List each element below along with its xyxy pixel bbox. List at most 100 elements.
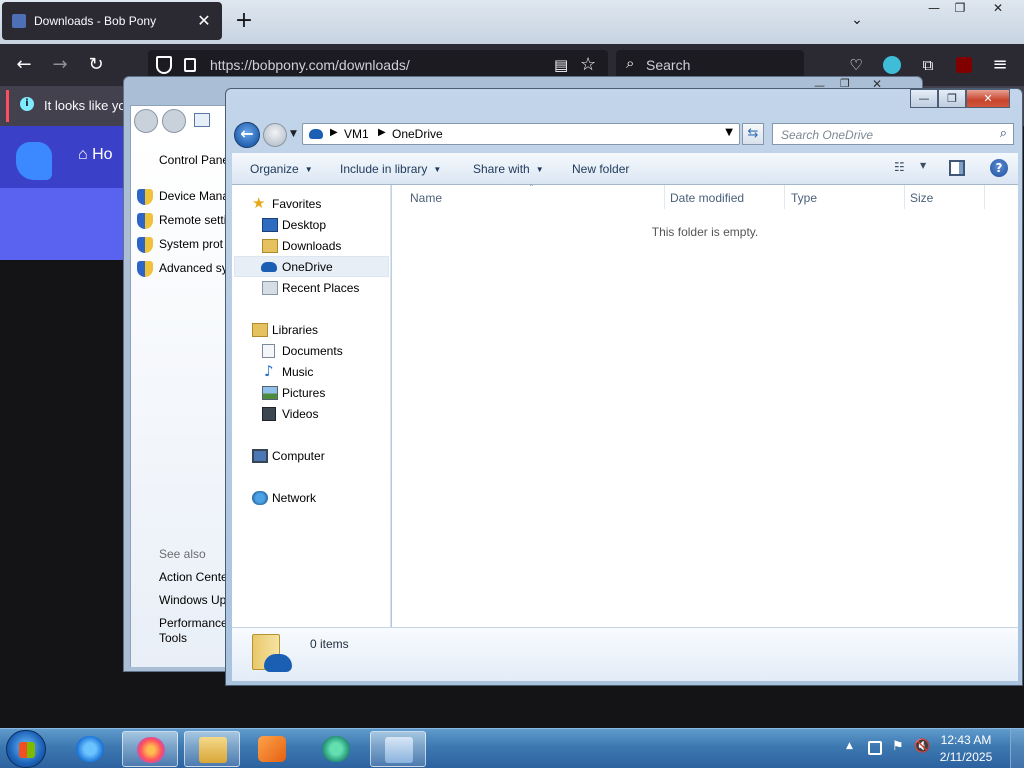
hamburger-menu-icon[interactable]: ≡ <box>988 53 1012 77</box>
recent-pages-chevron-icon[interactable]: ▼ <box>290 129 297 139</box>
taskbar-windows-explorer[interactable] <box>184 731 240 767</box>
bookmark-star-icon[interactable]: ☆ <box>580 54 596 75</box>
firefox-account-icon[interactable] <box>880 53 904 77</box>
column-header-name[interactable]: Name <box>410 191 442 209</box>
column-divider[interactable] <box>984 185 985 209</box>
breadcrumb-onedrive[interactable]: OneDrive <box>392 127 443 141</box>
taskbar-media-player[interactable] <box>244 731 300 767</box>
bob-pony-logo[interactable] <box>16 142 52 180</box>
reload-icon[interactable]: ↻ <box>84 53 108 77</box>
taskbar-app-green[interactable] <box>308 731 364 767</box>
nav-pictures[interactable]: Pictures <box>234 382 389 403</box>
preview-pane-icon[interactable] <box>949 160 965 176</box>
view-options-chevron-icon[interactable]: ▼ <box>920 161 926 170</box>
nav-desktop[interactable]: Desktop <box>234 214 389 235</box>
tracking-protection-shield-icon[interactable] <box>156 56 172 74</box>
taskbar-internet-explorer[interactable] <box>62 731 118 767</box>
device-manager-link[interactable]: Device Mana <box>159 189 229 203</box>
nav-recent-places-label: Recent Places <box>282 281 360 295</box>
explorer-maximize-button[interactable]: ❐ <box>938 89 966 108</box>
column-header-size[interactable]: Size <box>910 191 933 209</box>
column-header-type[interactable]: Type <box>791 191 817 209</box>
windows-update-link[interactable]: Windows Up <box>159 593 226 607</box>
nav-recent-places[interactable]: Recent Places <box>234 277 389 298</box>
extensions-puzzle-icon[interactable]: ⧉ <box>916 53 940 77</box>
nav-documents[interactable]: Documents <box>234 340 389 361</box>
list-all-tabs-button[interactable]: ⌄ <box>846 12 868 32</box>
clock-date[interactable]: 2/11/2025 <box>936 750 996 764</box>
clock-time[interactable]: 12:43 AM <box>936 733 996 747</box>
taskbar-control-panel[interactable] <box>370 731 426 767</box>
back-arrow-icon[interactable]: ← <box>12 53 36 77</box>
help-icon[interactable]: ? <box>990 159 1008 177</box>
forward-arrow-icon[interactable]: → <box>48 53 72 77</box>
browser-close-button[interactable]: ✕ <box>982 0 1014 18</box>
home-link[interactable]: ⌂ Ho <box>78 146 113 164</box>
share-with-button[interactable]: Share with ▼ <box>473 162 544 176</box>
column-header-date-modified[interactable]: Date modified <box>670 191 744 209</box>
nav-videos[interactable]: Videos <box>234 403 389 424</box>
explorer-close-button[interactable]: ✕ <box>966 89 1010 108</box>
action-center-tray-icon[interactable] <box>868 741 882 755</box>
cp-forward-icon[interactable] <box>162 109 186 133</box>
breadcrumb-vm1[interactable]: VM1 <box>344 127 369 141</box>
column-divider[interactable] <box>784 185 785 209</box>
browser-restore-button[interactable]: ❐ <box>944 0 976 18</box>
organize-button[interactable]: Organize ▼ <box>250 162 313 176</box>
explorer-search-input[interactable]: Search OneDrive ⌕ <box>772 123 1014 145</box>
nav-libraries-label: Libraries <box>272 323 319 337</box>
browser-tab-bar: Downloads - Bob Pony ✕ + ⌄ — ❐ ✕ <box>0 0 1024 44</box>
nav-computer[interactable]: Computer <box>234 445 389 466</box>
share-with-label: Share with <box>473 162 530 176</box>
explorer-address-bar[interactable]: ▶ VM1 ▶ OneDrive ▼ <box>302 123 740 145</box>
include-in-library-button[interactable]: Include in library ▼ <box>340 162 441 176</box>
cp-back-icon[interactable] <box>134 109 158 133</box>
control-panel-home-link[interactable]: Control Pane <box>159 153 229 167</box>
nav-network[interactable]: Network <box>234 487 389 508</box>
nav-downloads[interactable]: Downloads <box>234 235 389 256</box>
nav-onedrive[interactable]: OneDrive <box>234 256 389 277</box>
address-history-dropdown-icon[interactable]: ▼ <box>725 127 733 138</box>
advanced-system-settings-link[interactable]: Advanced sy <box>159 261 228 275</box>
new-folder-button[interactable]: New folder <box>572 162 629 176</box>
nav-music-label: Music <box>282 365 314 379</box>
new-tab-button[interactable]: + <box>232 10 256 34</box>
magnifier-icon[interactable]: ⌕ <box>1000 126 1007 141</box>
app-icon <box>322 736 350 762</box>
browser-tab[interactable]: Downloads - Bob Pony ✕ <box>2 2 222 40</box>
explorer-minimize-button[interactable]: — <box>910 89 938 108</box>
pocket-icon[interactable]: ♡ <box>844 53 868 77</box>
flag-tray-icon[interactable]: ⚑ <box>892 739 906 754</box>
column-divider[interactable] <box>664 185 665 209</box>
nav-favorites[interactable]: ★ Favorites <box>234 193 389 214</box>
action-center-link[interactable]: Action Cente <box>159 570 228 584</box>
refresh-icon[interactable]: ⇆ <box>742 123 764 145</box>
home-link-label: Ho <box>92 146 113 163</box>
lock-icon[interactable] <box>184 58 196 72</box>
tab-close-icon[interactable]: ✕ <box>194 11 214 31</box>
breadcrumb-separator-icon[interactable]: ▶ <box>378 127 386 138</box>
show-hidden-icons-button[interactable]: ▲ <box>846 741 853 751</box>
performance-link[interactable]: Performance <box>159 616 228 630</box>
volume-muted-icon[interactable]: 🔇 <box>914 739 930 754</box>
nav-music[interactable]: ♪ Music <box>234 361 389 382</box>
reader-view-icon[interactable]: ▤ <box>554 56 568 74</box>
explorer-forward-icon[interactable] <box>263 123 287 147</box>
performance-tools-link[interactable]: Tools <box>159 631 187 645</box>
taskbar-firefox[interactable] <box>122 731 178 767</box>
explorer-window-onedrive: — ❐ ✕ ← ▼ ▶ VM1 ▶ OneDrive ▼ ⇆ Search On… <box>225 88 1023 686</box>
explorer-back-icon[interactable]: ← <box>234 122 260 148</box>
remote-settings-link[interactable]: Remote setti <box>159 213 226 227</box>
start-button[interactable] <box>6 730 46 768</box>
recent-places-icon <box>262 281 278 295</box>
url-text[interactable]: https://bobpony.com/downloads/ <box>210 57 410 73</box>
ublock-origin-icon[interactable] <box>952 53 976 77</box>
column-divider[interactable] <box>904 185 905 209</box>
file-list-pane[interactable]: ⌃ Name Date modified Type Size This fold… <box>392 183 1018 627</box>
show-desktop-button[interactable] <box>1010 729 1024 768</box>
nav-libraries[interactable]: Libraries <box>234 319 389 340</box>
change-view-icon[interactable]: ☷ <box>894 160 914 176</box>
uac-shield-icon <box>137 261 153 277</box>
breadcrumb-separator-icon[interactable]: ▶ <box>330 127 338 138</box>
system-protection-link[interactable]: System prot <box>159 237 223 251</box>
